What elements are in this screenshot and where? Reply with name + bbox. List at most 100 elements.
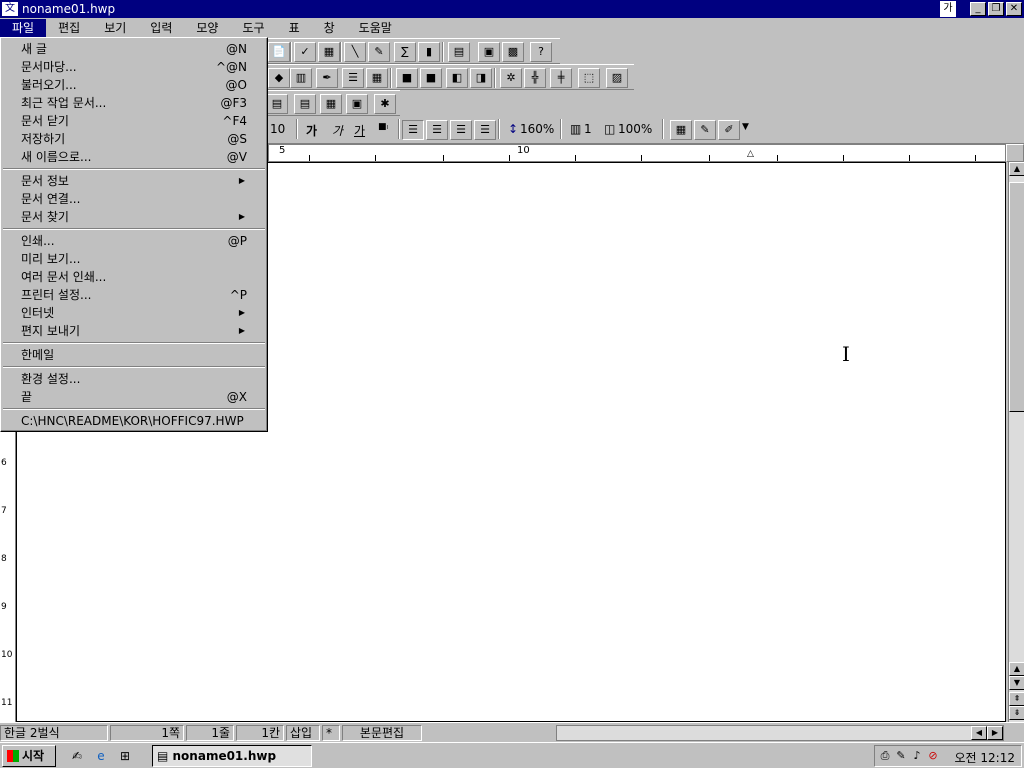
file-menu-item[interactable]: 미리 보기...: [1, 250, 267, 268]
style-icon[interactable]: ✒: [316, 68, 338, 88]
status-mode[interactable]: 삽입: [286, 725, 320, 741]
internet-explorer-icon[interactable]: e: [92, 747, 110, 765]
menu-edit[interactable]: 편집: [46, 19, 92, 37]
shape-ungroup-icon[interactable]: ◨: [470, 68, 492, 88]
crop-icon[interactable]: ⬚: [578, 68, 600, 88]
file-menu-item[interactable]: 인쇄... @P: [1, 232, 267, 250]
vertical-scrollbar[interactable]: ▲ ▲ ▼ ⇞ ⇟: [1008, 162, 1024, 722]
file-menu-item[interactable]: 프린터 설정... ^P: [1, 286, 267, 304]
scroll-right-button[interactable]: ▶: [987, 726, 1003, 740]
shape-group-icon[interactable]: ◧: [446, 68, 468, 88]
scroll-up-button[interactable]: ▲: [1009, 162, 1024, 176]
justify-icon[interactable]: ☰: [402, 120, 424, 140]
file-menu-item[interactable]: 편지 보내기 ▶: [1, 322, 267, 340]
minimize-button[interactable]: _: [970, 2, 986, 16]
clock[interactable]: 오전 12:12: [955, 749, 1015, 766]
horizontal-ruler[interactable]: 5 10 △: [268, 144, 1006, 162]
file-menu-item[interactable]: 끝 @X: [1, 388, 267, 406]
ime-indicator-icon[interactable]: 가: [940, 1, 956, 17]
file-menu-item[interactable]: 환경 설정...: [1, 370, 267, 388]
file-menu-item[interactable]: 불러오기... @O: [1, 76, 267, 94]
memo-icon[interactable]: ✐: [718, 120, 740, 140]
align-lines-icon[interactable]: ☰: [342, 68, 364, 88]
scroll-left-button[interactable]: ◀: [971, 726, 987, 740]
file-menu-item[interactable]: 여러 문서 인쇄...: [1, 268, 267, 286]
align-objects-icon[interactable]: ╬: [524, 68, 546, 88]
file-menu-item[interactable]: 한메일: [1, 346, 267, 364]
right-margin-marker-icon[interactable]: △: [747, 149, 754, 159]
file-menu-item[interactable]: 문서 연결...: [1, 190, 267, 208]
line-spacing-field[interactable]: 160%: [520, 122, 554, 136]
file-menu-item[interactable]: 문서 찾기 ▶: [1, 208, 267, 226]
macro-icon[interactable]: ▤: [266, 94, 288, 114]
macro-run-icon[interactable]: ▤: [294, 94, 316, 114]
underline-button[interactable]: 가: [354, 122, 365, 139]
columns-field[interactable]: 1: [584, 122, 592, 136]
menu-window[interactable]: 창: [312, 19, 347, 37]
rotate-icon[interactable]: ✲: [500, 68, 522, 88]
menu-format[interactable]: 모양: [184, 19, 230, 37]
channels-icon[interactable]: ⊞: [116, 747, 134, 765]
dictionary-icon[interactable]: ▦: [318, 42, 340, 62]
horizontal-scrollbar[interactable]: ◀ ▶: [556, 725, 1004, 741]
file-menu-item[interactable]: 문서마당... ^@N: [1, 58, 267, 76]
superscript-icon[interactable]: ■ₗ: [378, 122, 388, 132]
task-button-noname01[interactable]: ▤ noname01.hwp: [152, 745, 312, 767]
formula-icon[interactable]: ∑: [394, 42, 416, 62]
page-icon[interactable]: ▤: [448, 42, 470, 62]
menu-table[interactable]: 표: [277, 19, 312, 37]
spellcheck-icon[interactable]: ✓: [294, 42, 316, 62]
scroll-up-button[interactable]: ▲: [1009, 662, 1024, 676]
no-entry-tray-icon[interactable]: ⊘: [925, 748, 941, 764]
align-left-icon[interactable]: ☰: [426, 120, 448, 140]
object-icon[interactable]: ◆: [268, 68, 290, 88]
file-menu-item[interactable]: 저장하기 @S: [1, 130, 267, 148]
printer-tray-icon[interactable]: ⎙: [877, 748, 893, 764]
bold-button[interactable]: 가: [306, 122, 317, 139]
close-button[interactable]: ✕: [1006, 2, 1022, 16]
align-right-icon[interactable]: ☰: [474, 120, 496, 140]
hanja-icon[interactable]: ▣: [346, 94, 368, 114]
align-center-icon[interactable]: ☰: [450, 120, 472, 140]
chart-icon[interactable]: ▮: [418, 42, 440, 62]
menu-tools[interactable]: 도구: [230, 19, 276, 37]
shape-back-icon[interactable]: ■: [420, 68, 442, 88]
hwp-app-icon[interactable]: 文: [2, 2, 18, 16]
edit-icon[interactable]: ✎: [694, 120, 716, 140]
new-document-icon[interactable]: ✱: [374, 94, 396, 114]
volume-icon[interactable]: ♪: [909, 748, 925, 764]
desktop-icon[interactable]: ✍: [68, 747, 86, 765]
shape-front-icon[interactable]: ■: [396, 68, 418, 88]
pages-icon[interactable]: ▦: [366, 68, 388, 88]
zoom-field[interactable]: 100%: [618, 122, 652, 136]
column-icon[interactable]: ▥: [290, 68, 312, 88]
page-up-button[interactable]: ⇞: [1009, 692, 1024, 706]
chevron-down-icon[interactable]: ▼: [742, 122, 749, 132]
file-menu-item[interactable]: 새 이름으로... @V: [1, 148, 267, 166]
file-menu-item[interactable]: C:\HNC\README\KOR\HOFFIC97.HWP: [1, 412, 267, 430]
drawing-icon[interactable]: ✎: [368, 42, 390, 62]
menu-file[interactable]: 파일: [0, 19, 47, 37]
font-size-field[interactable]: 10: [270, 122, 285, 136]
ruler-toggle-button[interactable]: [1006, 144, 1024, 162]
file-menu-item[interactable]: 최근 작업 문서... @F3: [1, 94, 267, 112]
file-menu-item[interactable]: 인터넷 ▶: [1, 304, 267, 322]
save-disk-icon[interactable]: ▩: [502, 42, 524, 62]
table-calc-icon[interactable]: ▦: [320, 94, 342, 114]
distribute-icon[interactable]: ╪: [550, 68, 572, 88]
page-down-button[interactable]: ⇟: [1009, 706, 1024, 720]
scroll-down-button[interactable]: ▼: [1009, 676, 1024, 690]
start-button[interactable]: 시작: [2, 745, 56, 767]
table-icon[interactable]: ▦: [670, 120, 692, 140]
file-menu-item[interactable]: 문서 정보 ▶: [1, 172, 267, 190]
menu-view[interactable]: 보기: [92, 19, 138, 37]
open-folder-icon[interactable]: ▣: [478, 42, 500, 62]
scroll-thumb[interactable]: [1009, 182, 1024, 412]
file-menu-item[interactable]: 새 글 @N: [1, 40, 267, 58]
restore-button[interactable]: ❐: [988, 2, 1004, 16]
pen-tray-icon[interactable]: ✎: [893, 748, 909, 764]
file-menu-item[interactable]: 문서 닫기 ^F4: [1, 112, 267, 130]
italic-button[interactable]: 가: [332, 122, 343, 139]
picture-icon[interactable]: ▨: [606, 68, 628, 88]
menu-help[interactable]: 도움말: [347, 19, 404, 37]
